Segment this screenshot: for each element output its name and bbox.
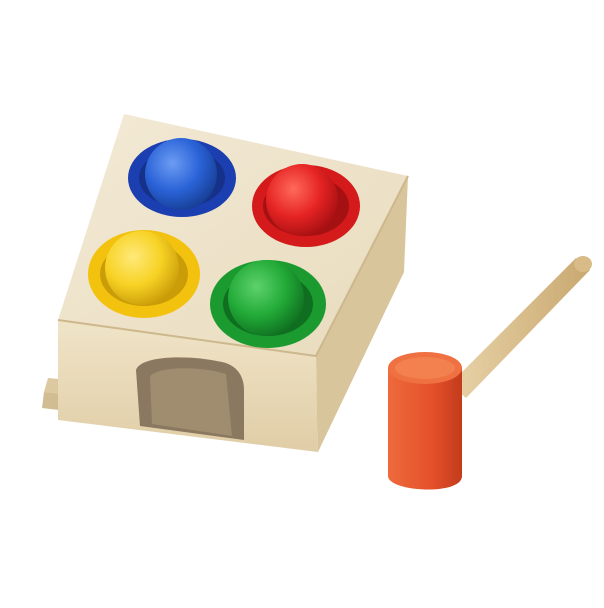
toy-illustration — [42, 114, 592, 490]
green-ball — [210, 260, 326, 348]
hammer — [388, 256, 592, 490]
yellow-ball — [88, 230, 200, 318]
hammer-head — [388, 352, 462, 490]
hammer-handle — [450, 256, 592, 398]
product-photo — [0, 0, 604, 604]
